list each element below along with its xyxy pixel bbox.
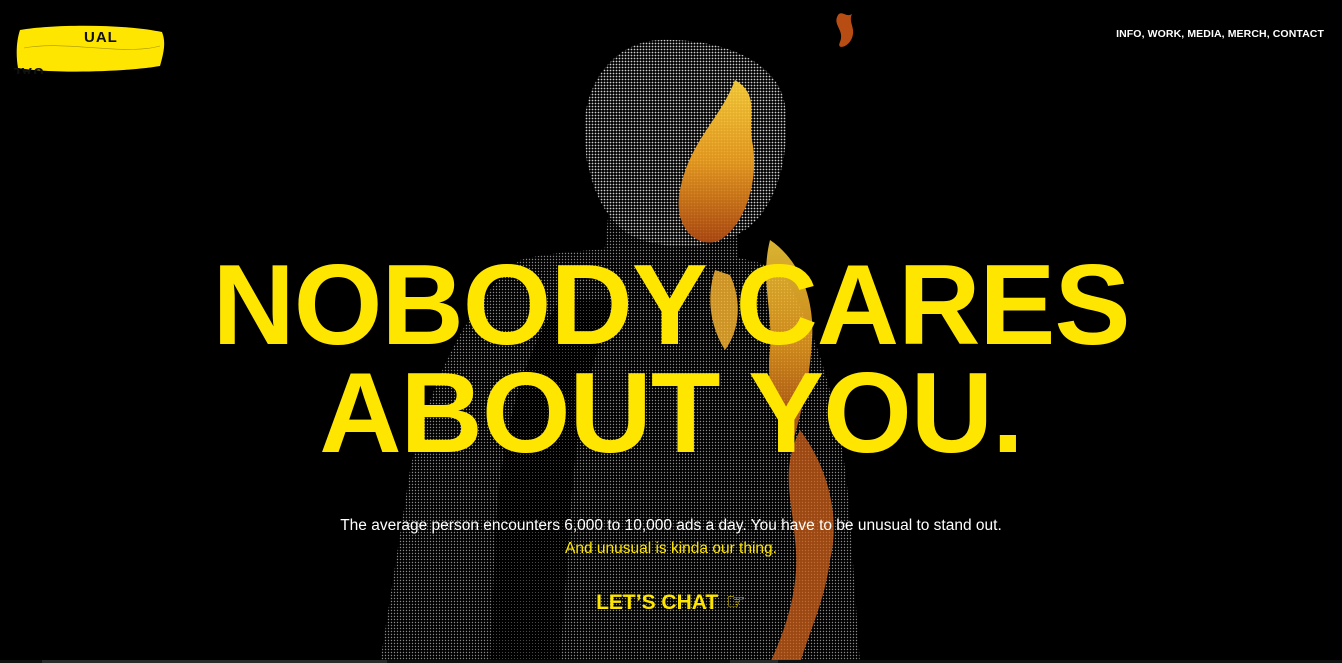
nav-item-work[interactable]: WORK bbox=[1148, 28, 1182, 40]
unusual-logo-icon: UAL UAL bbox=[14, 25, 165, 74]
nav-item-media[interactable]: MEDIA bbox=[1187, 28, 1221, 40]
logo-text-upper: UAL bbox=[84, 29, 118, 46]
hero-headline: NOBODY CARES ABOUT YOU. bbox=[0, 242, 1342, 477]
nav-item-merch[interactable]: MERCH bbox=[1228, 28, 1267, 40]
cta-label: LET’S CHAT bbox=[596, 590, 719, 614]
main-nav: INFO, WORK, MEDIA, MERCH, CONTACT bbox=[1116, 28, 1324, 40]
subtext-line-yellow: And unusual is kinda our thing. bbox=[565, 540, 777, 557]
lets-chat-button[interactable]: LET’S CHAT ☜ bbox=[596, 590, 746, 615]
cta-wrapper: LET’S CHAT ☜ bbox=[0, 590, 1342, 615]
headline-line-2: ABOUT YOU. bbox=[319, 350, 1024, 477]
logo-text-lower: UAL bbox=[14, 64, 44, 74]
nav-item-info[interactable]: INFO bbox=[1116, 28, 1141, 40]
logo[interactable]: UAL UAL bbox=[14, 22, 166, 74]
subtext-line-white: The average person encounters 6,000 to 1… bbox=[340, 517, 1002, 534]
hero-subtext: The average person encounters 6,000 to 1… bbox=[0, 514, 1342, 560]
headline-line-1: NOBODY CARES bbox=[212, 242, 1130, 369]
pointing-hand-icon: ☜ bbox=[726, 590, 746, 615]
nav-item-contact[interactable]: CONTACT bbox=[1273, 28, 1324, 40]
hero-section: UAL UAL INFO, WORK, MEDIA, MERCH, CONTAC… bbox=[0, 0, 1342, 663]
